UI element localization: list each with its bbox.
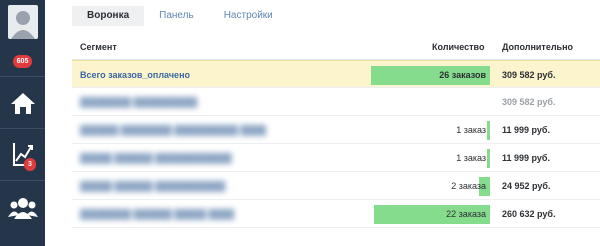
users-icon [7, 198, 38, 219]
sidebar: 605 3 [0, 0, 45, 246]
quantity-value: 1 заказ [456, 153, 486, 163]
quantity-cell: 1 заказ [358, 149, 490, 168]
segments-table: Сегмент Количество Дополнительно Всего з… [72, 34, 600, 228]
quantity-value: 22 заказа [446, 209, 486, 219]
notifications[interactable]: 605 [0, 52, 45, 70]
quantity-bar [487, 149, 490, 168]
header-segment[interactable]: Сегмент [80, 42, 117, 52]
table-row[interactable]: █████ ██████ ████████████ 1 заказ 11 999… [72, 144, 600, 172]
extra-value: 260 632 руб. [502, 209, 556, 219]
user-icon [7, 5, 38, 39]
quantity-cell: 26 заказов [358, 66, 490, 85]
quantity-cell: 2 заказа [358, 177, 490, 196]
extra-value: 309 582 руб. [502, 70, 556, 80]
extra-value: 24 952 руб. [502, 181, 551, 191]
divider [0, 180, 45, 181]
tab-settings[interactable]: Настройки [209, 6, 288, 26]
home-button[interactable] [0, 82, 45, 124]
divider [0, 128, 45, 129]
table-row[interactable]: ████████ ██████████ 309 582 руб. [72, 88, 600, 116]
segment-link[interactable]: ████████ ██████████ [80, 97, 197, 107]
segment-link[interactable]: █████ ██████ ████████████ [80, 153, 232, 163]
quantity-cell [358, 93, 490, 112]
segment-link[interactable]: Всего заказов_оплачено [80, 70, 190, 80]
table-row[interactable]: ████████ ██████ █████ ████ 22 заказа 260… [72, 200, 600, 228]
extra-value: 309 582 руб. [502, 97, 556, 107]
tab-bar: Воронка Панель Настройки [72, 6, 288, 26]
quantity-cell: 1 заказ [358, 121, 490, 140]
users-button[interactable] [0, 188, 45, 228]
quantity-cell: 22 заказа [358, 205, 490, 224]
header-quantity[interactable]: Количество [432, 42, 484, 52]
user-avatar[interactable] [0, 0, 45, 44]
header-extra[interactable]: Дополнительно [502, 42, 573, 52]
quantity-value: 26 заказов [439, 70, 486, 80]
quantity-value: 1 заказ [456, 125, 486, 135]
tab-funnel[interactable]: Воронка [72, 6, 145, 26]
quantity-bar [487, 121, 490, 140]
table-row[interactable]: █████ ██████ ███████████ 2 заказа 24 952… [72, 172, 600, 200]
notification-badge: 605 [12, 54, 33, 68]
analytics-button[interactable] [0, 134, 45, 174]
quantity-value: 2 заказа [451, 181, 486, 191]
divider [0, 76, 45, 77]
segment-link[interactable]: ██████ ████████ ██████████ ████ [80, 125, 266, 135]
segment-link[interactable]: ████████ ██████ █████ ████ [80, 209, 234, 219]
tab-panel[interactable]: Панель [144, 6, 209, 26]
extra-value: 11 999 руб. [502, 125, 550, 135]
table-row[interactable]: ██████ ████████ ██████████ ████ 1 заказ … [72, 116, 600, 144]
extra-value: 11 999 руб. [502, 153, 550, 163]
segment-link[interactable]: █████ ██████ ███████████ [80, 181, 225, 191]
table-row[interactable]: Всего заказов_оплачено 26 заказов 309 58… [72, 60, 600, 88]
home-icon [10, 93, 35, 114]
table-header: Сегмент Количество Дополнительно [72, 34, 600, 60]
analytics-badge: 3 [24, 158, 36, 171]
